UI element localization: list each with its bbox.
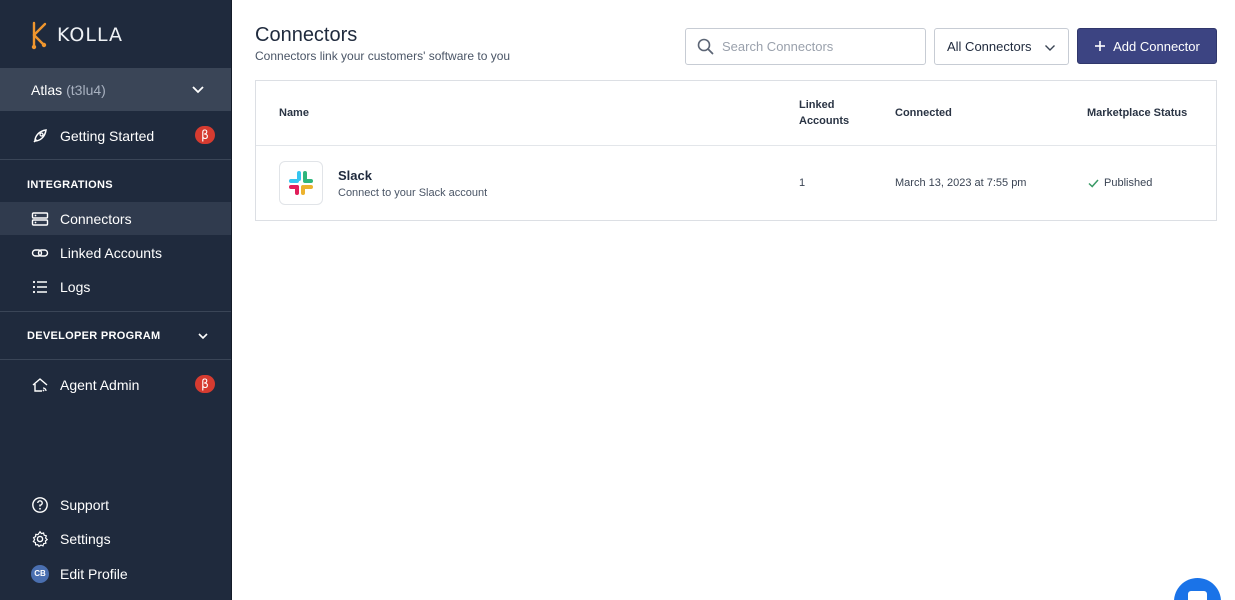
column-header-connected[interactable]: Connected [895, 105, 952, 121]
sidebar-item-getting-started[interactable]: Getting Started β [0, 119, 231, 152]
page-title: Connectors [255, 24, 358, 46]
sidebar-item-label: Settings [60, 530, 111, 547]
server-icon [31, 210, 49, 228]
sidebar-item-label: Connectors [60, 210, 132, 227]
sidebar-item-label: Logs [60, 278, 91, 295]
link-icon [31, 244, 49, 262]
filter-value: All Connectors [947, 39, 1032, 54]
section-heading-developer-program[interactable]: DEVELOPER PROGRAM [27, 330, 160, 342]
status-badge: Published [1088, 177, 1152, 189]
sidebar-item-connectors[interactable]: Connectors [0, 202, 231, 235]
beta-badge: β [195, 126, 215, 144]
rocket-icon [31, 127, 49, 145]
chevron-down-icon [1045, 45, 1055, 51]
kolla-logo[interactable]: KOLLA [29, 20, 123, 50]
add-connector-label: Add Connector [1113, 38, 1200, 54]
linked-accounts-count: 1 [799, 177, 806, 189]
list-icon [31, 278, 49, 296]
search-input[interactable] [722, 39, 912, 54]
sidebar-item-label: Agent Admin [60, 376, 140, 393]
avatar: CB [31, 564, 49, 583]
column-header-line: Accounts [799, 115, 850, 127]
search-icon [697, 38, 714, 55]
connectors-table: Name Linked Accounts Connected Marketpla… [255, 80, 1217, 221]
sidebar-item-label: Linked Accounts [60, 244, 162, 261]
divider [0, 311, 231, 312]
gear-icon [31, 530, 49, 548]
connected-date: March 13, 2023 at 7:55 pm [895, 177, 1027, 189]
status-label: Published [1104, 177, 1153, 189]
sidebar-item-support[interactable]: Support [0, 488, 231, 521]
connector-filter-select[interactable]: All Connectors [934, 28, 1069, 65]
home-signal-icon [31, 376, 49, 394]
search-box[interactable] [685, 28, 926, 65]
column-header-line: Linked [799, 99, 835, 111]
connector-name[interactable]: Slack [338, 168, 372, 183]
sidebar-item-linked-accounts[interactable]: Linked Accounts [0, 236, 231, 269]
beta-badge: β [195, 375, 215, 393]
sidebar-item-logs[interactable]: Logs [0, 270, 231, 303]
workspace-code: (t3lu4) [66, 81, 106, 98]
page-subtitle: Connectors link your customers' software… [255, 49, 511, 63]
column-header-marketplace-status[interactable]: Marketplace Status [1087, 105, 1187, 121]
sidebar-item-label: Edit Profile [60, 565, 128, 582]
slack-logo-icon [279, 161, 323, 205]
divider [0, 359, 231, 360]
sidebar-item-settings[interactable]: Settings [0, 522, 231, 555]
brand-name: KOLLA [57, 24, 123, 46]
kolla-logo-mark-icon [31, 21, 47, 50]
check-icon [1088, 179, 1099, 188]
sidebar: KOLLA Atlas (t3lu4) Getting Started β IN… [0, 0, 232, 600]
chat-launcher-button[interactable] [1174, 578, 1221, 600]
connector-description: Connect to your Slack account [338, 187, 488, 199]
column-header-linked-accounts[interactable]: Linked Accounts [799, 97, 849, 129]
help-icon [31, 496, 49, 514]
section-heading-integrations: INTEGRATIONS [27, 179, 113, 191]
sidebar-item-label: Getting Started [60, 127, 155, 144]
workspace-switcher[interactable]: Atlas (t3lu4) [0, 68, 231, 111]
sidebar-item-label: Support [60, 496, 110, 513]
avatar-wrapper: CB [31, 564, 49, 583]
chat-icon [1188, 591, 1207, 600]
workspace-name: Atlas [31, 81, 63, 98]
column-header-name[interactable]: Name [279, 105, 309, 121]
plus-icon [1095, 41, 1106, 51]
add-connector-button[interactable]: Add Connector [1077, 28, 1217, 64]
sidebar-item-edit-profile[interactable]: CB Edit Profile [0, 557, 231, 590]
chevron-down-icon [192, 86, 204, 94]
sidebar-item-agent-admin[interactable]: Agent Admin β [0, 368, 231, 401]
row-divider [256, 145, 1216, 146]
chevron-down-icon[interactable] [197, 330, 209, 342]
divider [0, 159, 231, 160]
